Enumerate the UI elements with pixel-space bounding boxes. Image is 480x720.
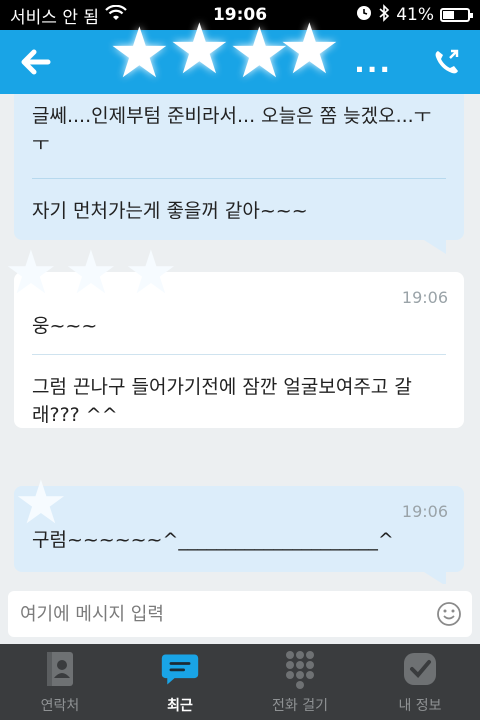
message-bubble[interactable]: ★ ★ ★ 19:06 웅~~~ 그럼 끈나구 들어가기전에 잠깐 얼굴보여주고… <box>4 238 464 428</box>
message-text: 글쎄....인제부텀 준비라서... 오늘은 쫌 늦겠오...ㅜ <box>32 105 432 127</box>
message-input[interactable] <box>20 603 436 625</box>
phone-icon <box>435 49 459 74</box>
battery-percent: 41% <box>396 5 434 25</box>
message-input-bar <box>0 584 480 644</box>
nav-label: 최근 <box>167 698 193 714</box>
nav-item-dial[interactable]: 전화 걸기 <box>240 644 360 720</box>
message-bubble[interactable]: ★ 19:06 구럼~~~~~~^_____________________^ <box>14 468 464 584</box>
call-button[interactable] <box>426 42 466 82</box>
star-overlay-icon: ★ <box>64 238 118 308</box>
message-text: 구럼~~~~~~^_____________________^ <box>32 529 394 551</box>
more-options-button[interactable]: ... <box>348 46 398 79</box>
message-bubble[interactable]: 글쎄....인제부텀 준비라서... 오늘은 쫌 늦겠오...ㅜ ㅜ 자기 먼처… <box>14 94 464 254</box>
bottom-nav: 연락처 최근 전화 걸기 내 정보 <box>0 644 480 720</box>
star-overlay-icon: ★ <box>108 12 171 94</box>
message-text: 자기 먼처가는게 좋을꺼 같아~~~ <box>32 200 308 222</box>
message-time: 19:06 <box>401 288 448 307</box>
nav-label: 내 정보 <box>398 698 442 714</box>
chat-header: ★ ★ ★ ★ ... <box>0 14 480 94</box>
message-list[interactable]: 글쎄....인제부텀 준비라서... 오늘은 쫌 늦겠오...ㅜ ㅜ 자기 먼처… <box>0 94 480 584</box>
star-overlay-icon: ★ <box>124 238 178 308</box>
nav-item-profile[interactable]: 내 정보 <box>360 644 480 720</box>
bluetooth-icon <box>378 3 390 27</box>
bubble-tail <box>424 572 446 584</box>
star-overlay-icon: ★ <box>168 8 231 90</box>
carrier-label: 서비스 안 됨 <box>10 7 100 28</box>
contacts-icon <box>40 649 80 689</box>
battery-icon <box>440 8 473 22</box>
message-input-box[interactable] <box>8 591 472 637</box>
contact-name-area[interactable]: ★ ★ ★ ★ <box>58 14 348 94</box>
message-time: 19:06 <box>401 502 448 521</box>
bubble-tail <box>424 240 446 254</box>
message-text: 래??? ^^ <box>32 404 118 426</box>
message-text: ㅜ <box>32 133 50 155</box>
star-overlay-icon: ★ <box>4 238 58 308</box>
nav-item-recent[interactable]: 최근 <box>120 644 240 720</box>
emoji-icon[interactable] <box>436 601 462 627</box>
nav-label: 전화 걸기 <box>272 698 328 714</box>
nav-item-contacts[interactable]: 연락처 <box>0 644 120 720</box>
message-text: 그럼 끈나구 들어가기전에 잠깐 얼굴보여주고 갈 <box>32 376 412 398</box>
profile-icon <box>400 649 440 689</box>
chat-icon <box>160 649 200 689</box>
star-overlay-icon: ★ <box>278 8 341 90</box>
clock-icon <box>356 5 372 26</box>
back-arrow-icon <box>21 49 51 75</box>
dialpad-icon <box>280 649 320 689</box>
star-overlay-icon: ★ <box>14 468 68 538</box>
back-button[interactable] <box>14 40 58 84</box>
nav-label: 연락처 <box>40 698 80 714</box>
